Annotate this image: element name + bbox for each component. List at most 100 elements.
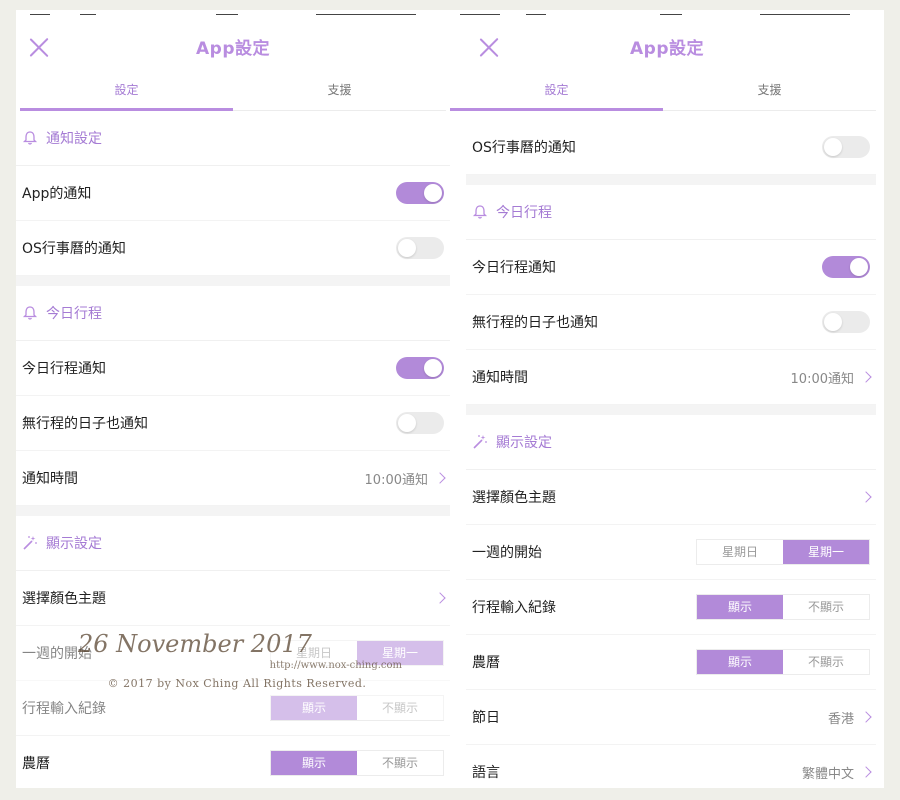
holiday-value: 香港 [827, 708, 872, 727]
row-notify-time[interactable]: 通知時間 10:00通知 [16, 451, 450, 506]
row-label: 今日行程通知 [22, 361, 106, 377]
row-label: 通知時間 [22, 471, 78, 487]
row-holiday[interactable]: 節日 香港 [466, 690, 876, 745]
row-os-notify: OS行事曆的通知 [466, 120, 876, 175]
row-today-notify: 今日行程通知 [16, 341, 450, 396]
chevron-right-icon [860, 711, 872, 723]
settings-list: OS行事曆的通知 今日行程 今日行程通知 無行程的日子也通知 通知時間 10:0… [466, 120, 876, 788]
section-display: 顯示設定 [16, 516, 450, 571]
tab-support[interactable]: 支援 [663, 80, 876, 110]
row-value: 繁體中文 [801, 766, 854, 782]
row-today-notify: 今日行程通知 [466, 240, 876, 295]
row-lunar: 農曆 顯示 不顯示 [466, 635, 876, 690]
row-label: 通知時間 [472, 370, 528, 386]
os-notify-toggle[interactable] [396, 237, 444, 259]
section-title: 顯示設定 [496, 435, 552, 451]
tab-settings[interactable]: 設定 [450, 80, 663, 111]
row-label: 農曆 [22, 756, 50, 772]
segment-show[interactable]: 顯示 [697, 650, 783, 674]
row-value: 10:00通知 [790, 371, 854, 387]
status-fragment [760, 10, 850, 15]
lunar-segment: 顯示 不顯示 [696, 649, 870, 675]
row-value: 10:00通知 [364, 472, 428, 488]
row-label: 選擇顏色主題 [22, 591, 106, 607]
row-value: 香港 [827, 711, 854, 727]
row-label: 一週的開始 [472, 545, 542, 561]
row-label: 無行程的日子也通知 [472, 315, 598, 331]
notify-time-value: 10:00通知 [790, 368, 872, 387]
tab-bar: 設定 支援 [20, 80, 446, 111]
tab-support[interactable]: 支援 [233, 80, 446, 110]
magic-wand-icon [23, 536, 37, 550]
no-event-notify-toggle[interactable] [396, 412, 444, 434]
row-label: 今日行程通知 [472, 260, 556, 276]
segment-monday[interactable]: 星期一 [783, 540, 869, 564]
color-theme-value [428, 592, 446, 604]
chevron-right-icon [860, 371, 872, 383]
segment-hide[interactable]: 不顯示 [783, 650, 869, 674]
divider [466, 405, 876, 415]
status-fragment [316, 10, 416, 15]
nav-bar: App設定 [16, 32, 450, 78]
nav-bar: App設定 [450, 32, 884, 78]
divider [466, 175, 876, 185]
chevron-right-icon [434, 592, 446, 604]
status-bar [450, 10, 884, 18]
chevron-right-icon [860, 766, 872, 778]
row-label: OS行事曆的通知 [472, 140, 576, 156]
section-title: 今日行程 [46, 306, 102, 322]
segment-hide[interactable]: 不顯示 [357, 751, 443, 775]
status-fragment [30, 10, 50, 15]
segment-hide[interactable]: 不顯示 [783, 595, 869, 619]
segment-show[interactable]: 顯示 [697, 595, 783, 619]
app-notify-toggle[interactable] [396, 182, 444, 204]
section-title: 顯示設定 [46, 536, 102, 552]
section-today: 今日行程 [16, 286, 450, 341]
section-notify: 通知設定 [16, 111, 450, 166]
today-notify-toggle[interactable] [822, 256, 870, 278]
segment-sunday[interactable]: 星期日 [697, 540, 783, 564]
today-notify-toggle[interactable] [396, 357, 444, 379]
status-fragment [526, 10, 546, 15]
week-start-segment: 星期日 星期一 [696, 539, 870, 565]
segment-show[interactable]: 顯示 [271, 751, 357, 775]
divider [16, 276, 450, 286]
row-color-theme[interactable]: 選擇顏色主題 [16, 571, 450, 626]
row-no-event-notify: 無行程的日子也通知 [16, 396, 450, 451]
status-fragment [80, 10, 96, 15]
color-theme-value [854, 491, 872, 503]
row-label: 農曆 [472, 655, 500, 671]
lunar-segment: 顯示 不顯示 [270, 750, 444, 776]
section-title: 通知設定 [46, 131, 102, 147]
row-app-notify: App的通知 [16, 166, 450, 221]
row-week-start: 一週的開始 星期日 星期一 [466, 525, 876, 580]
row-language[interactable]: 語言 繁體中文 [466, 745, 876, 788]
row-os-notify: OS行事曆的通知 [16, 221, 450, 276]
section-today: 今日行程 [466, 185, 876, 240]
chevron-right-icon [434, 472, 446, 484]
language-value: 繁體中文 [801, 763, 872, 782]
row-label: 無行程的日子也通知 [22, 416, 148, 432]
notify-time-value: 10:00通知 [364, 469, 446, 488]
section-title: 今日行程 [496, 205, 552, 221]
row-label: 選擇顏色主題 [472, 490, 556, 506]
right-screen: App設定 設定 支援 OS行事曆的通知 今日行程 今日行程通知 無行程的日子也… [450, 10, 884, 788]
chevron-right-icon [860, 491, 872, 503]
bell-icon [472, 205, 488, 219]
status-fragment [660, 10, 682, 15]
bell-icon [22, 131, 38, 145]
row-notify-time[interactable]: 通知時間 10:00通知 [466, 350, 876, 405]
row-no-event-notify: 無行程的日子也通知 [466, 295, 876, 350]
row-color-theme[interactable]: 選擇顏色主題 [466, 470, 876, 525]
row-label: 行程輸入紀錄 [472, 600, 556, 616]
row-label: App的通知 [22, 186, 92, 202]
status-bar [16, 10, 450, 18]
page-title: App設定 [630, 39, 704, 59]
tab-settings[interactable]: 設定 [20, 80, 233, 111]
no-event-notify-toggle[interactable] [822, 311, 870, 333]
os-notify-toggle[interactable] [822, 136, 870, 158]
row-input-log: 行程輸入紀錄 顯示 不顯示 [466, 580, 876, 635]
input-log-segment: 顯示 不顯示 [696, 594, 870, 620]
row-label: OS行事曆的通知 [22, 241, 126, 257]
row-lunar: 農曆 顯示 不顯示 [16, 736, 450, 788]
